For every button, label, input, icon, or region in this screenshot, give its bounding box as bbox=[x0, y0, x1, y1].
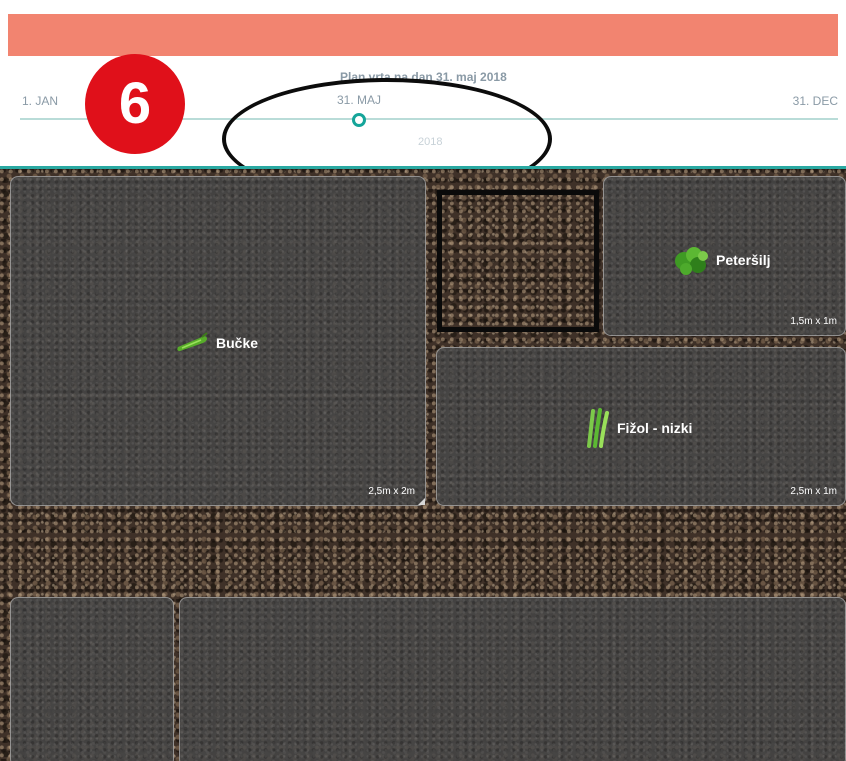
header-bar bbox=[8, 14, 838, 56]
garden-bed-bucke[interactable]: Bučke 2,5m x 2m bbox=[10, 176, 426, 506]
bed-label-petersilj: Peteršilj bbox=[672, 243, 770, 277]
step-number-badge: 6 bbox=[85, 54, 185, 154]
bed-label-fizol: Fižol - nizki bbox=[585, 408, 692, 448]
parsley-icon bbox=[675, 247, 708, 275]
garden-bed-fizol[interactable]: Fižol - nizki 2,5m x 1m bbox=[436, 347, 846, 506]
bed-name-bucke: Bučke bbox=[216, 335, 259, 351]
garden-bed-empty-right[interactable] bbox=[179, 597, 846, 761]
bed-name-fizol: Fižol - nizki bbox=[617, 420, 693, 436]
bed-size-petersilj: 1,5m x 1m bbox=[790, 316, 837, 327]
bed-size-bucke: 2,5m x 2m bbox=[368, 486, 415, 497]
zucchini-icon bbox=[177, 332, 208, 351]
bed-size-fizol: 2,5m x 1m bbox=[790, 486, 837, 497]
bean-icon bbox=[587, 408, 609, 448]
garden-canvas[interactable]: Bučke 2,5m x 2m Peteršilj 1,5m x 1m Fižo… bbox=[0, 169, 846, 761]
timeline-end-label: 31. DEC bbox=[792, 94, 838, 108]
garden-bed-petersilj[interactable]: Peteršilj 1,5m x 1m bbox=[603, 176, 846, 336]
resize-handle[interactable] bbox=[418, 498, 425, 505]
bed-label-bucke: Bučke bbox=[176, 332, 258, 354]
garden-bed-empty-left[interactable] bbox=[10, 597, 174, 761]
bed-name-petersilj: Peteršilj bbox=[716, 252, 771, 268]
selection-rectangle bbox=[437, 190, 599, 332]
timeline-start-label: 1. JAN bbox=[22, 94, 59, 108]
